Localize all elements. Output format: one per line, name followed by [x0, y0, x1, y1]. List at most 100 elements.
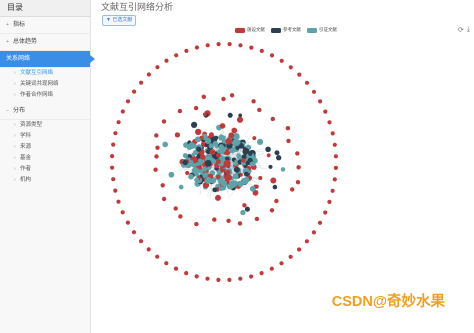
mid-node[interactable] — [240, 209, 246, 216]
cluster-node[interactable] — [209, 149, 216, 155]
outer-node[interactable] — [164, 261, 169, 266]
inner-node[interactable] — [270, 116, 275, 122]
mid-node[interactable] — [238, 113, 243, 118]
cluster-node[interactable] — [182, 159, 188, 166]
outer-node[interactable] — [132, 89, 137, 94]
cluster-node[interactable] — [228, 132, 235, 139]
mid-node[interactable] — [168, 171, 175, 178]
cluster-node[interactable] — [205, 137, 212, 144]
outer-node[interactable] — [327, 199, 332, 204]
outer-node[interactable] — [304, 80, 310, 85]
sidebar-sub-discipline[interactable]: › 学科 — [0, 131, 90, 142]
mid-node[interactable] — [242, 203, 247, 208]
outer-node[interactable] — [184, 48, 189, 53]
outer-node[interactable] — [138, 239, 144, 244]
inner-node[interactable] — [173, 206, 178, 211]
outer-node[interactable] — [333, 165, 338, 170]
mid-node[interactable] — [162, 141, 169, 148]
mid-node[interactable] — [231, 127, 238, 134]
cluster-node[interactable] — [214, 135, 219, 140]
outer-node[interactable] — [332, 142, 337, 147]
cluster-node[interactable] — [212, 187, 218, 193]
inner-node[interactable] — [286, 138, 291, 144]
inner-node[interactable] — [194, 221, 199, 227]
mid-node[interactable] — [276, 155, 282, 161]
outer-node[interactable] — [269, 266, 274, 271]
outer-node[interactable] — [238, 43, 243, 48]
cluster-node[interactable] — [225, 137, 233, 145]
mid-node[interactable] — [236, 116, 244, 123]
outer-node[interactable] — [259, 271, 264, 276]
inner-node[interactable] — [177, 108, 183, 114]
outer-node[interactable] — [155, 254, 160, 259]
outer-node[interactable] — [332, 177, 337, 182]
cluster-node[interactable] — [199, 154, 206, 160]
outer-node[interactable] — [288, 65, 293, 70]
selected-docs-button[interactable]: ▼ 已选文献 — [102, 15, 137, 26]
outer-node[interactable] — [155, 65, 160, 70]
sidebar-item-trend[interactable]: + 总体趋势 — [0, 34, 90, 51]
cluster-node[interactable] — [227, 182, 234, 189]
cluster-node[interactable] — [232, 173, 239, 180]
cluster-node[interactable] — [215, 174, 221, 180]
cluster-node[interactable] — [225, 174, 233, 181]
outer-node[interactable] — [125, 99, 131, 104]
outer-node[interactable] — [330, 131, 335, 136]
outer-node[interactable] — [174, 53, 179, 58]
outer-node[interactable] — [113, 188, 118, 193]
outer-node[interactable] — [249, 274, 254, 279]
mid-node[interactable] — [215, 194, 221, 201]
outer-node[interactable] — [216, 42, 221, 47]
inner-node[interactable] — [160, 183, 165, 188]
outer-node[interactable] — [227, 42, 232, 47]
inner-node[interactable] — [251, 99, 256, 104]
outer-node[interactable] — [216, 277, 221, 282]
inner-node[interactable] — [201, 94, 206, 99]
sidebar-sub-citation-network[interactable]: › 文献互引网络 — [0, 68, 90, 79]
sidebar-sub-fund[interactable]: › 基金 — [0, 153, 90, 164]
cluster-node[interactable] — [204, 159, 212, 167]
sidebar-sub-resource-type[interactable]: › 资源类型 — [0, 120, 90, 131]
mid-node[interactable] — [256, 138, 264, 146]
cluster-node[interactable] — [185, 170, 190, 176]
outer-node[interactable] — [304, 239, 309, 244]
mid-node[interactable] — [219, 123, 226, 129]
outer-node[interactable] — [311, 230, 316, 235]
inner-node[interactable] — [257, 107, 262, 113]
outer-node[interactable] — [111, 142, 116, 147]
cluster-node[interactable] — [192, 167, 199, 173]
outer-node[interactable] — [297, 72, 302, 77]
outer-node[interactable] — [194, 45, 199, 50]
cluster-node[interactable] — [188, 173, 194, 180]
cluster-node[interactable] — [201, 166, 208, 172]
outer-node[interactable] — [249, 45, 254, 50]
cluster-node[interactable] — [248, 151, 253, 156]
outer-node[interactable] — [120, 109, 125, 114]
outer-node[interactable] — [110, 165, 115, 170]
cluster-node[interactable] — [243, 171, 249, 177]
inner-node[interactable] — [229, 93, 235, 98]
cluster-node[interactable] — [196, 146, 202, 152]
inner-node[interactable] — [226, 218, 231, 223]
cluster-node[interactable] — [219, 145, 226, 153]
outer-node[interactable] — [110, 154, 115, 159]
cluster-node[interactable] — [233, 161, 238, 166]
mid-node[interactable] — [195, 128, 202, 136]
cluster-node[interactable] — [194, 136, 201, 143]
inner-node[interactable] — [295, 180, 301, 185]
mid-node[interactable] — [191, 121, 198, 128]
outer-node[interactable] — [318, 99, 323, 104]
outer-node[interactable] — [184, 271, 189, 276]
mid-node[interactable] — [272, 184, 278, 190]
cluster-node[interactable] — [186, 144, 193, 151]
mid-node[interactable] — [244, 206, 250, 212]
mid-node[interactable] — [254, 184, 259, 189]
outer-node[interactable] — [330, 188, 335, 193]
cluster-node[interactable] — [243, 176, 250, 183]
inner-node[interactable] — [295, 151, 300, 156]
mid-node[interactable] — [178, 184, 184, 190]
sidebar-item-metrics[interactable]: + 指标 — [0, 17, 90, 34]
mid-node[interactable] — [280, 167, 286, 172]
inner-node[interactable] — [161, 196, 167, 202]
outer-node[interactable] — [323, 109, 328, 114]
